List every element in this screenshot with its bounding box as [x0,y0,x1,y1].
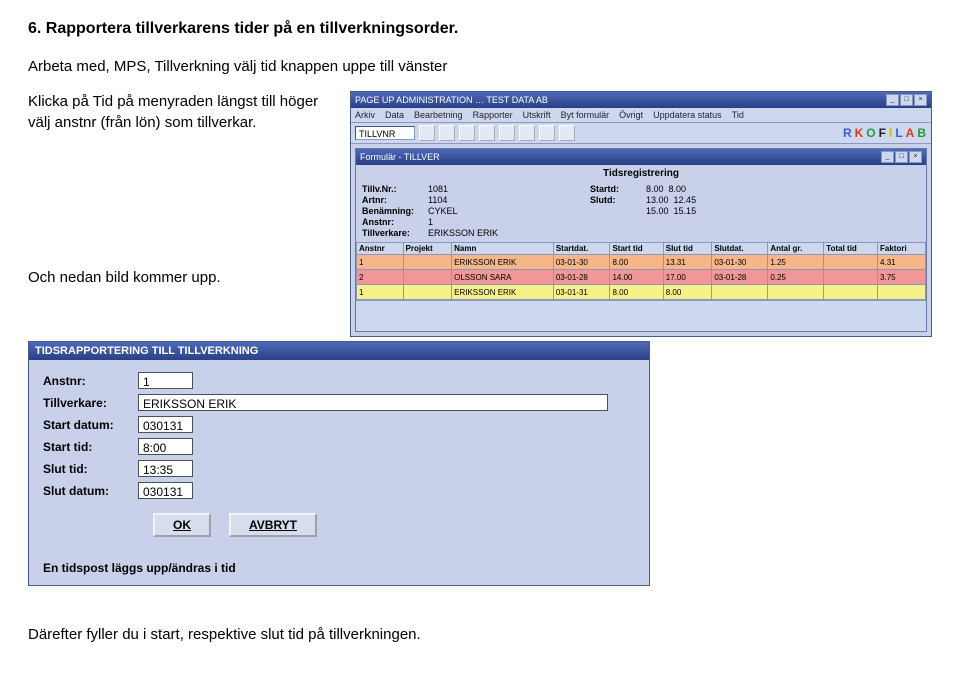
label-anstnr: Anstnr: [43,374,138,388]
toolbar-icon[interactable] [419,125,435,141]
menu-item[interactable]: Bearbetning [414,110,463,120]
label-tillverkare: Tillverkare: [43,396,138,410]
menu-item[interactable]: Övrigt [619,110,643,120]
table-header: Start tid [610,243,663,255]
table-header: Slutdat. [712,243,768,255]
minimize-icon[interactable]: _ [881,151,894,163]
label-slutd: Slutd: [590,195,640,205]
table-header: Faktori [878,243,926,255]
inner-titlebar: Formulär - TILLVER _ □ × [356,149,926,165]
app-title: PAGE UP ADMINISTRATION … TEST DATA AB [355,95,548,105]
value-artnr: 1104 [428,195,518,205]
value-tillverkare: ERIKSSON ERIK [428,228,518,238]
label-slutdat: Slut datum: [43,484,138,498]
final-text: Därefter fyller du i start, respektive s… [28,624,932,645]
toolbar-icon[interactable] [539,125,555,141]
instruction-2: Och nedan bild kommer upp. [28,267,338,288]
input-slutdat[interactable]: 030131 [138,482,193,499]
toolbar-icon[interactable] [479,125,495,141]
maximize-icon[interactable]: □ [895,151,908,163]
intro-text: Arbeta med, MPS, Tillverkning välj tid k… [28,56,932,77]
heading: 6. Rapportera tillverkarens tider på en … [28,20,932,38]
time-table: AnstnrProjektNamnStartdat.Start tidSlut … [356,242,926,300]
menu-item[interactable]: Data [385,110,404,120]
form-area: Tillv.Nr.: 1081 Startd: 8.00 8.00 Artnr:… [356,182,926,242]
menu-item-tid[interactable]: Tid [732,110,744,120]
inner-title: Formulär - TILLVER [360,152,440,162]
close-icon[interactable]: × [909,151,922,163]
table-row[interactable]: 1ERIKSSON ERIK03-01-308.0013.3103-01-301… [357,255,926,270]
toolbar-icon[interactable] [439,125,455,141]
label-tillvnr: Tillv.Nr.: [362,184,422,194]
menu-bar: Arkiv Data Bearbetning Rapporter Utskrif… [351,108,931,123]
table-header: Antal gr. [768,243,824,255]
cancel-button[interactable]: AVBRYT [229,513,317,537]
menu-item[interactable]: Byt formulär [561,110,610,120]
input-starttid[interactable]: 8:00 [138,438,193,455]
value-tillvnr: 1081 [428,184,518,194]
toolbar-icon[interactable] [459,125,475,141]
menu-item[interactable]: Rapporter [473,110,513,120]
toolbar-icon[interactable] [519,125,535,141]
section-title: Tidsregistrering [356,165,926,182]
input-startdat[interactable]: 030131 [138,416,193,433]
label-startdat: Start datum: [43,418,138,432]
brand-logo: RKOFILAB [843,126,927,140]
inner-window: Formulär - TILLVER _ □ × Tidsregistrerin… [355,148,927,332]
table-header: Anstnr [357,243,404,255]
dialog-title: TIDSRAPPORTERING TILL TILLVERKNING [29,342,649,360]
scroll-area[interactable] [356,300,926,331]
window-controls: _ □ × [886,94,927,106]
table-header: Total tid [824,243,878,255]
table-header: Projekt [403,243,452,255]
table-row[interactable]: 1ERIKSSON ERIK03-01-318.008.00 [357,285,926,300]
label-anstnr: Anstnr: [362,217,422,227]
toolbar-icon[interactable] [559,125,575,141]
toolbar-icon[interactable] [499,125,515,141]
app-window: PAGE UP ADMINISTRATION … TEST DATA AB _ … [350,91,932,337]
table-row[interactable]: 2OLSSON SARA03-01-2814.0017.0003-01-280.… [357,270,926,285]
table-header: Namn [452,243,554,255]
label-starttid: Start tid: [43,440,138,454]
label-artnr: Artnr: [362,195,422,205]
menu-item[interactable]: Arkiv [355,110,375,120]
menu-item[interactable]: Uppdatera status [653,110,722,120]
maximize-icon[interactable]: □ [900,94,913,106]
label-tillverkare: Tillverkare: [362,228,422,238]
input-anstnr[interactable]: 1 [138,372,193,389]
value-benamning: CYKEL [428,206,518,216]
label-benamning: Benämning: [362,206,422,216]
label-startd: Startd: [590,184,640,194]
input-sluttid[interactable]: 13:35 [138,460,193,477]
table-header: Startdat. [553,243,610,255]
label-sluttid: Slut tid: [43,462,138,476]
toolbar-field[interactable]: TILLVNR [355,126,415,140]
instruction-1: Klicka på Tid på menyraden längst till h… [28,91,338,133]
time-report-dialog: TIDSRAPPORTERING TILL TILLVERKNING Anstn… [28,341,650,586]
minimize-icon[interactable]: _ [886,94,899,106]
ok-button[interactable]: OK [153,513,211,537]
value-anstnr: 1 [428,217,518,227]
app-titlebar: PAGE UP ADMINISTRATION … TEST DATA AB _ … [351,92,931,108]
dialog-footer: En tidspost läggs upp/ändras i tid [29,561,649,585]
close-icon[interactable]: × [914,94,927,106]
input-tillverkare[interactable]: ERIKSSON ERIK [138,394,608,411]
table-header: Slut tid [663,243,712,255]
menu-item[interactable]: Utskrift [523,110,551,120]
toolbar: TILLVNR RKOFILAB [351,123,931,144]
